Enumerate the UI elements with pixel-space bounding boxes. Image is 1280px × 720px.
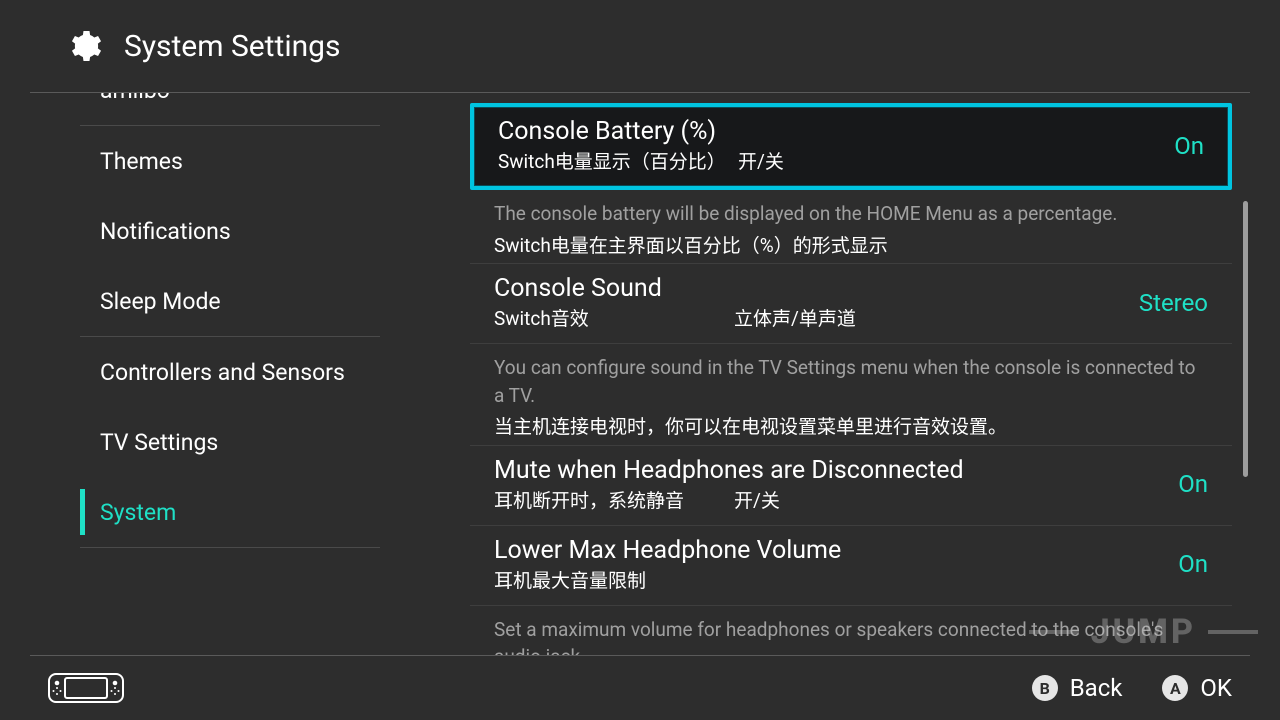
setting-subtitle: 耳机最大音量限制 (494, 566, 841, 593)
setting-title: Lower Max Headphone Volume (494, 536, 841, 566)
sidebar-item-label: Themes (100, 148, 183, 175)
main-area: amiibo Themes Notifications Sleep Mode C… (30, 92, 1250, 656)
sidebar-item-label: Sleep Mode (100, 288, 221, 315)
watermark: JUMP (1029, 612, 1258, 652)
sidebar-item-themes[interactable]: Themes (30, 126, 430, 196)
hint-ok[interactable]: A OK (1162, 674, 1232, 702)
setting-value: On (1178, 470, 1208, 498)
setting-row-console-battery[interactable]: Console Battery (%) Switch电量显示（百分比） 开/关 … (470, 103, 1232, 190)
page-title: System Settings (124, 29, 341, 64)
sidebar-item-label: System (100, 499, 176, 526)
header: System Settings (0, 0, 1280, 92)
hint-label: Back (1070, 674, 1123, 702)
sidebar-item-amiibo[interactable]: amiibo (30, 93, 430, 125)
sidebar-divider (80, 547, 380, 548)
sidebar-item-sleep-mode[interactable]: Sleep Mode (30, 266, 430, 336)
gear-icon (66, 28, 102, 64)
b-button-icon: B (1032, 675, 1058, 701)
sidebar-item-controllers[interactable]: Controllers and Sensors (30, 337, 430, 407)
sidebar-item-system[interactable]: System (30, 477, 430, 547)
setting-subtitle: Switch音效 立体声/单声道 (494, 304, 856, 331)
setting-description: You can configure sound in the TV Settin… (470, 344, 1232, 446)
console-icon (48, 673, 124, 703)
setting-value: Stereo (1139, 289, 1208, 317)
scrollbar-thumb[interactable] (1243, 201, 1248, 477)
sidebar-item-label: TV Settings (100, 429, 218, 456)
setting-row-lower-max-volume[interactable]: Lower Max Headphone Volume 耳机最大音量限制 On (470, 526, 1232, 606)
hint-back[interactable]: B Back (1032, 674, 1123, 702)
setting-title: Mute when Headphones are Disconnected (494, 456, 964, 486)
hint-label: OK (1200, 674, 1232, 702)
setting-subtitle: 耳机断开时，系统静音 开/关 (494, 486, 964, 513)
sidebar-item-notifications[interactable]: Notifications (30, 196, 430, 266)
setting-row-console-sound[interactable]: Console Sound Switch音效 立体声/单声道 Stereo (470, 264, 1232, 344)
setting-title: Console Sound (494, 274, 856, 304)
sidebar-item-tv-settings[interactable]: TV Settings (30, 407, 430, 477)
scrollbar[interactable] (1243, 101, 1248, 647)
setting-subtitle: Switch电量显示（百分比） 开/关 (498, 147, 784, 174)
sidebar-item-label: Controllers and Sensors (100, 359, 345, 386)
sidebar: amiibo Themes Notifications Sleep Mode C… (30, 93, 430, 655)
sidebar-item-label: Notifications (100, 218, 231, 245)
footer: B Back A OK (30, 656, 1250, 720)
setting-row-mute-headphones[interactable]: Mute when Headphones are Disconnected 耳机… (470, 446, 1232, 526)
sidebar-item-label: amiibo (100, 93, 170, 104)
setting-value: On (1178, 550, 1208, 578)
setting-value: On (1174, 132, 1204, 160)
content-pane: Console Battery (%) Switch电量显示（百分比） 开/关 … (430, 93, 1250, 655)
a-button-icon: A (1162, 675, 1188, 701)
setting-title: Console Battery (%) (498, 117, 784, 147)
setting-description: The console battery will be displayed on… (470, 190, 1232, 264)
